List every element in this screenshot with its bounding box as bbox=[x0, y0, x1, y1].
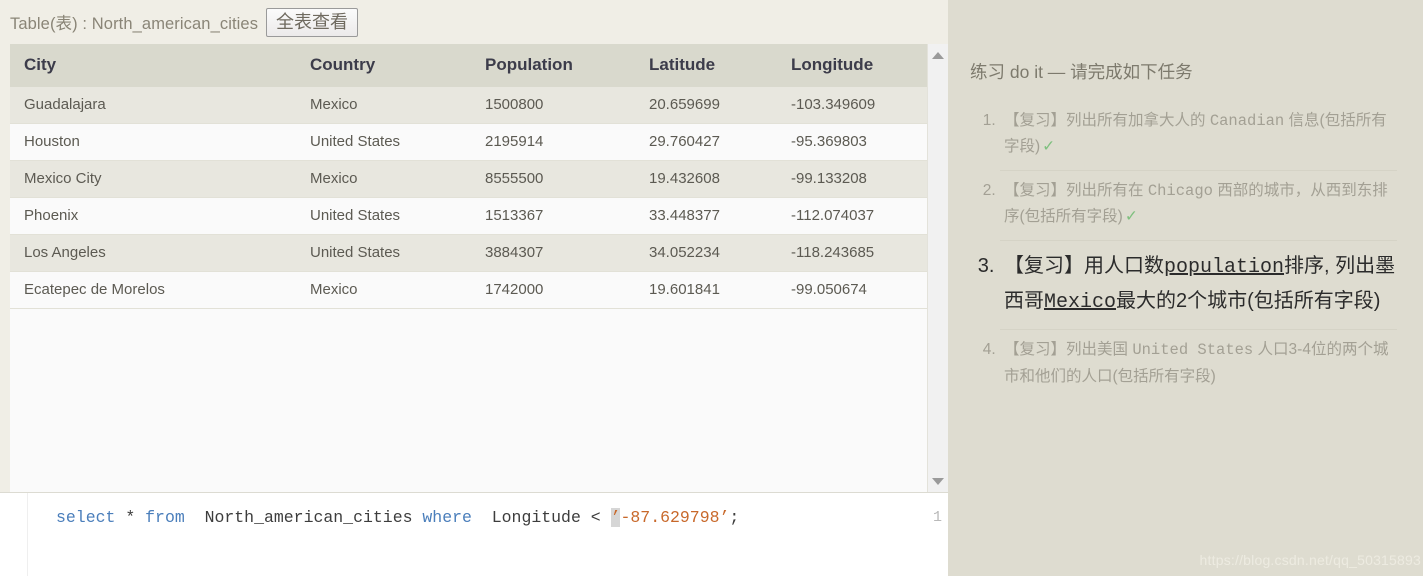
table-row[interactable]: Los Angeles United States 3884307 34.052… bbox=[10, 234, 927, 272]
cell-latitude: 20.659699 bbox=[635, 87, 777, 124]
sql-keyword-select: select bbox=[56, 508, 116, 527]
scroll-up-arrow-icon[interactable] bbox=[928, 46, 948, 64]
cell-country: United States bbox=[296, 197, 471, 235]
cell-latitude: 19.601841 bbox=[635, 271, 777, 309]
cell-city: Houston bbox=[10, 123, 296, 161]
result-table-pane: City Country Population Latitude Longitu… bbox=[0, 44, 948, 492]
task-done-check-icon: ✓ bbox=[1042, 138, 1056, 156]
table-vertical-scrollbar[interactable] bbox=[927, 44, 948, 492]
cell-latitude: 19.432608 bbox=[635, 160, 777, 198]
exercise-panel: 练习 do it — 请完成如下任务 【复习】列出所有加拿大人的 Canadia… bbox=[948, 0, 1423, 576]
editor-line-number: 1 bbox=[932, 509, 942, 526]
task-text-tail: 最大的2个城市(包括所有字段) bbox=[1116, 289, 1381, 312]
sql-cursor-selection: ’ bbox=[610, 508, 621, 527]
table-row[interactable]: Mexico City Mexico 8555500 19.432608 -99… bbox=[10, 160, 927, 198]
sql-operator: < bbox=[590, 508, 601, 527]
table-header-row: City Country Population Latitude Longitu… bbox=[10, 44, 927, 87]
cell-city: Mexico City bbox=[10, 160, 296, 198]
watermark-text: https://blog.csdn.net/qq_50315893 bbox=[1199, 552, 1421, 568]
sql-column-name: Longitude bbox=[491, 508, 581, 527]
sql-star: * bbox=[125, 508, 146, 527]
column-header-country[interactable]: Country bbox=[296, 44, 471, 87]
sql-semicolon: ; bbox=[729, 508, 740, 527]
sql-code-line[interactable]: select * from North_american_cities wher… bbox=[56, 506, 739, 530]
cell-population: 1500800 bbox=[471, 87, 635, 124]
sql-table-name: North_american_cities bbox=[204, 508, 413, 527]
cell-city: Guadalajara bbox=[10, 87, 296, 124]
cell-country: United States bbox=[296, 123, 471, 161]
table-row[interactable]: Ecatepec de Morelos Mexico 1742000 19.60… bbox=[10, 271, 927, 309]
table-left-gutter bbox=[0, 44, 10, 492]
cities-table: City Country Population Latitude Longitu… bbox=[10, 44, 927, 309]
cell-population: 3884307 bbox=[471, 234, 635, 272]
table-name-label: Table(表) : North_american_cities bbox=[10, 15, 259, 33]
editor-gutter bbox=[0, 493, 28, 576]
cell-country: Mexico bbox=[296, 87, 471, 124]
task-item-3[interactable]: 【复习】用人口数population排序, 列出墨西哥Mexico最大的2个城市… bbox=[1000, 240, 1397, 329]
task-keyword: United States bbox=[1132, 340, 1254, 359]
sql-literal-value: -87.629798 bbox=[620, 508, 720, 527]
table-body: Guadalajara Mexico 1500800 20.659699 -10… bbox=[10, 87, 927, 309]
task-item-1[interactable]: 【复习】列出所有加拿大人的 Canadian 信息(包括所有字段)✓ bbox=[1000, 101, 1397, 170]
column-header-city[interactable]: City bbox=[10, 44, 296, 87]
cell-population: 1742000 bbox=[471, 271, 635, 309]
task-text: 【复习】列出所有加拿大人的 bbox=[1004, 111, 1210, 129]
table-row[interactable]: Phoenix United States 1513367 33.448377 … bbox=[10, 197, 927, 235]
table-row[interactable]: Guadalajara Mexico 1500800 20.659699 -10… bbox=[10, 87, 927, 124]
cell-longitude: -118.243685 bbox=[777, 234, 927, 272]
cell-population: 2195914 bbox=[471, 123, 635, 161]
sql-keyword-from: from bbox=[145, 508, 185, 527]
task-done-check-icon: ✓ bbox=[1124, 208, 1138, 226]
cell-latitude: 34.052234 bbox=[635, 234, 777, 272]
cell-city: Ecatepec de Morelos bbox=[10, 271, 296, 309]
task-keyword: population bbox=[1164, 256, 1285, 280]
table-scroll-area[interactable]: City Country Population Latitude Longitu… bbox=[10, 44, 927, 492]
task-text: 【复习】列出美国 bbox=[1004, 340, 1133, 358]
cell-population: 1513367 bbox=[471, 197, 635, 235]
task-list: 【复习】列出所有加拿大人的 Canadian 信息(包括所有字段)✓ 【复习】列… bbox=[970, 101, 1397, 400]
task-keyword-2: Mexico bbox=[1044, 290, 1117, 314]
task-item-4[interactable]: 【复习】列出美国 United States 人口3-4位的两个城市和他们的人口… bbox=[1000, 328, 1397, 399]
cell-city: Phoenix bbox=[10, 197, 296, 235]
task-keyword: Chicago bbox=[1147, 181, 1213, 200]
cell-country: Mexico bbox=[296, 271, 471, 309]
column-header-latitude[interactable]: Latitude bbox=[635, 44, 777, 87]
cell-longitude: -112.074037 bbox=[777, 197, 927, 235]
cell-longitude: -99.050674 bbox=[777, 271, 927, 309]
app-root: Table(表) : North_american_cities 全表查看 Ci… bbox=[0, 0, 1423, 576]
cell-longitude: -103.349609 bbox=[777, 87, 927, 124]
sql-quote-close: ’ bbox=[719, 508, 730, 527]
table-head: City Country Population Latitude Longitu… bbox=[10, 44, 927, 87]
cell-population: 8555500 bbox=[471, 160, 635, 198]
view-all-table-button[interactable]: 全表查看 bbox=[266, 7, 359, 37]
task-text: 【复习】列出所有在 bbox=[1004, 181, 1148, 199]
scroll-down-arrow-icon[interactable] bbox=[928, 472, 948, 490]
column-header-population[interactable]: Population bbox=[471, 44, 635, 87]
task-item-2[interactable]: 【复习】列出所有在 Chicago 西部的城市，从西到东排序(包括所有字段)✓ bbox=[1000, 169, 1397, 240]
table-header-bar: Table(表) : North_american_cities 全表查看 bbox=[0, 0, 948, 44]
cell-country: United States bbox=[296, 234, 471, 272]
cell-latitude: 29.760427 bbox=[635, 123, 777, 161]
cell-longitude: -99.133208 bbox=[777, 160, 927, 198]
cell-country: Mexico bbox=[296, 160, 471, 198]
sql-editor[interactable]: 1 select * from North_american_cities wh… bbox=[0, 492, 948, 576]
sql-keyword-where: where bbox=[422, 508, 472, 527]
cell-latitude: 33.448377 bbox=[635, 197, 777, 235]
task-keyword: Canadian bbox=[1209, 111, 1285, 130]
column-header-longitude[interactable]: Longitude bbox=[777, 44, 927, 87]
table-row[interactable]: Houston United States 2195914 29.760427 … bbox=[10, 123, 927, 161]
cell-city: Los Angeles bbox=[10, 234, 296, 272]
cell-longitude: -95.369803 bbox=[777, 123, 927, 161]
task-text: 【复习】用人口数 bbox=[1004, 255, 1164, 278]
exercise-panel-title: 练习 do it — 请完成如下任务 bbox=[970, 62, 1193, 82]
